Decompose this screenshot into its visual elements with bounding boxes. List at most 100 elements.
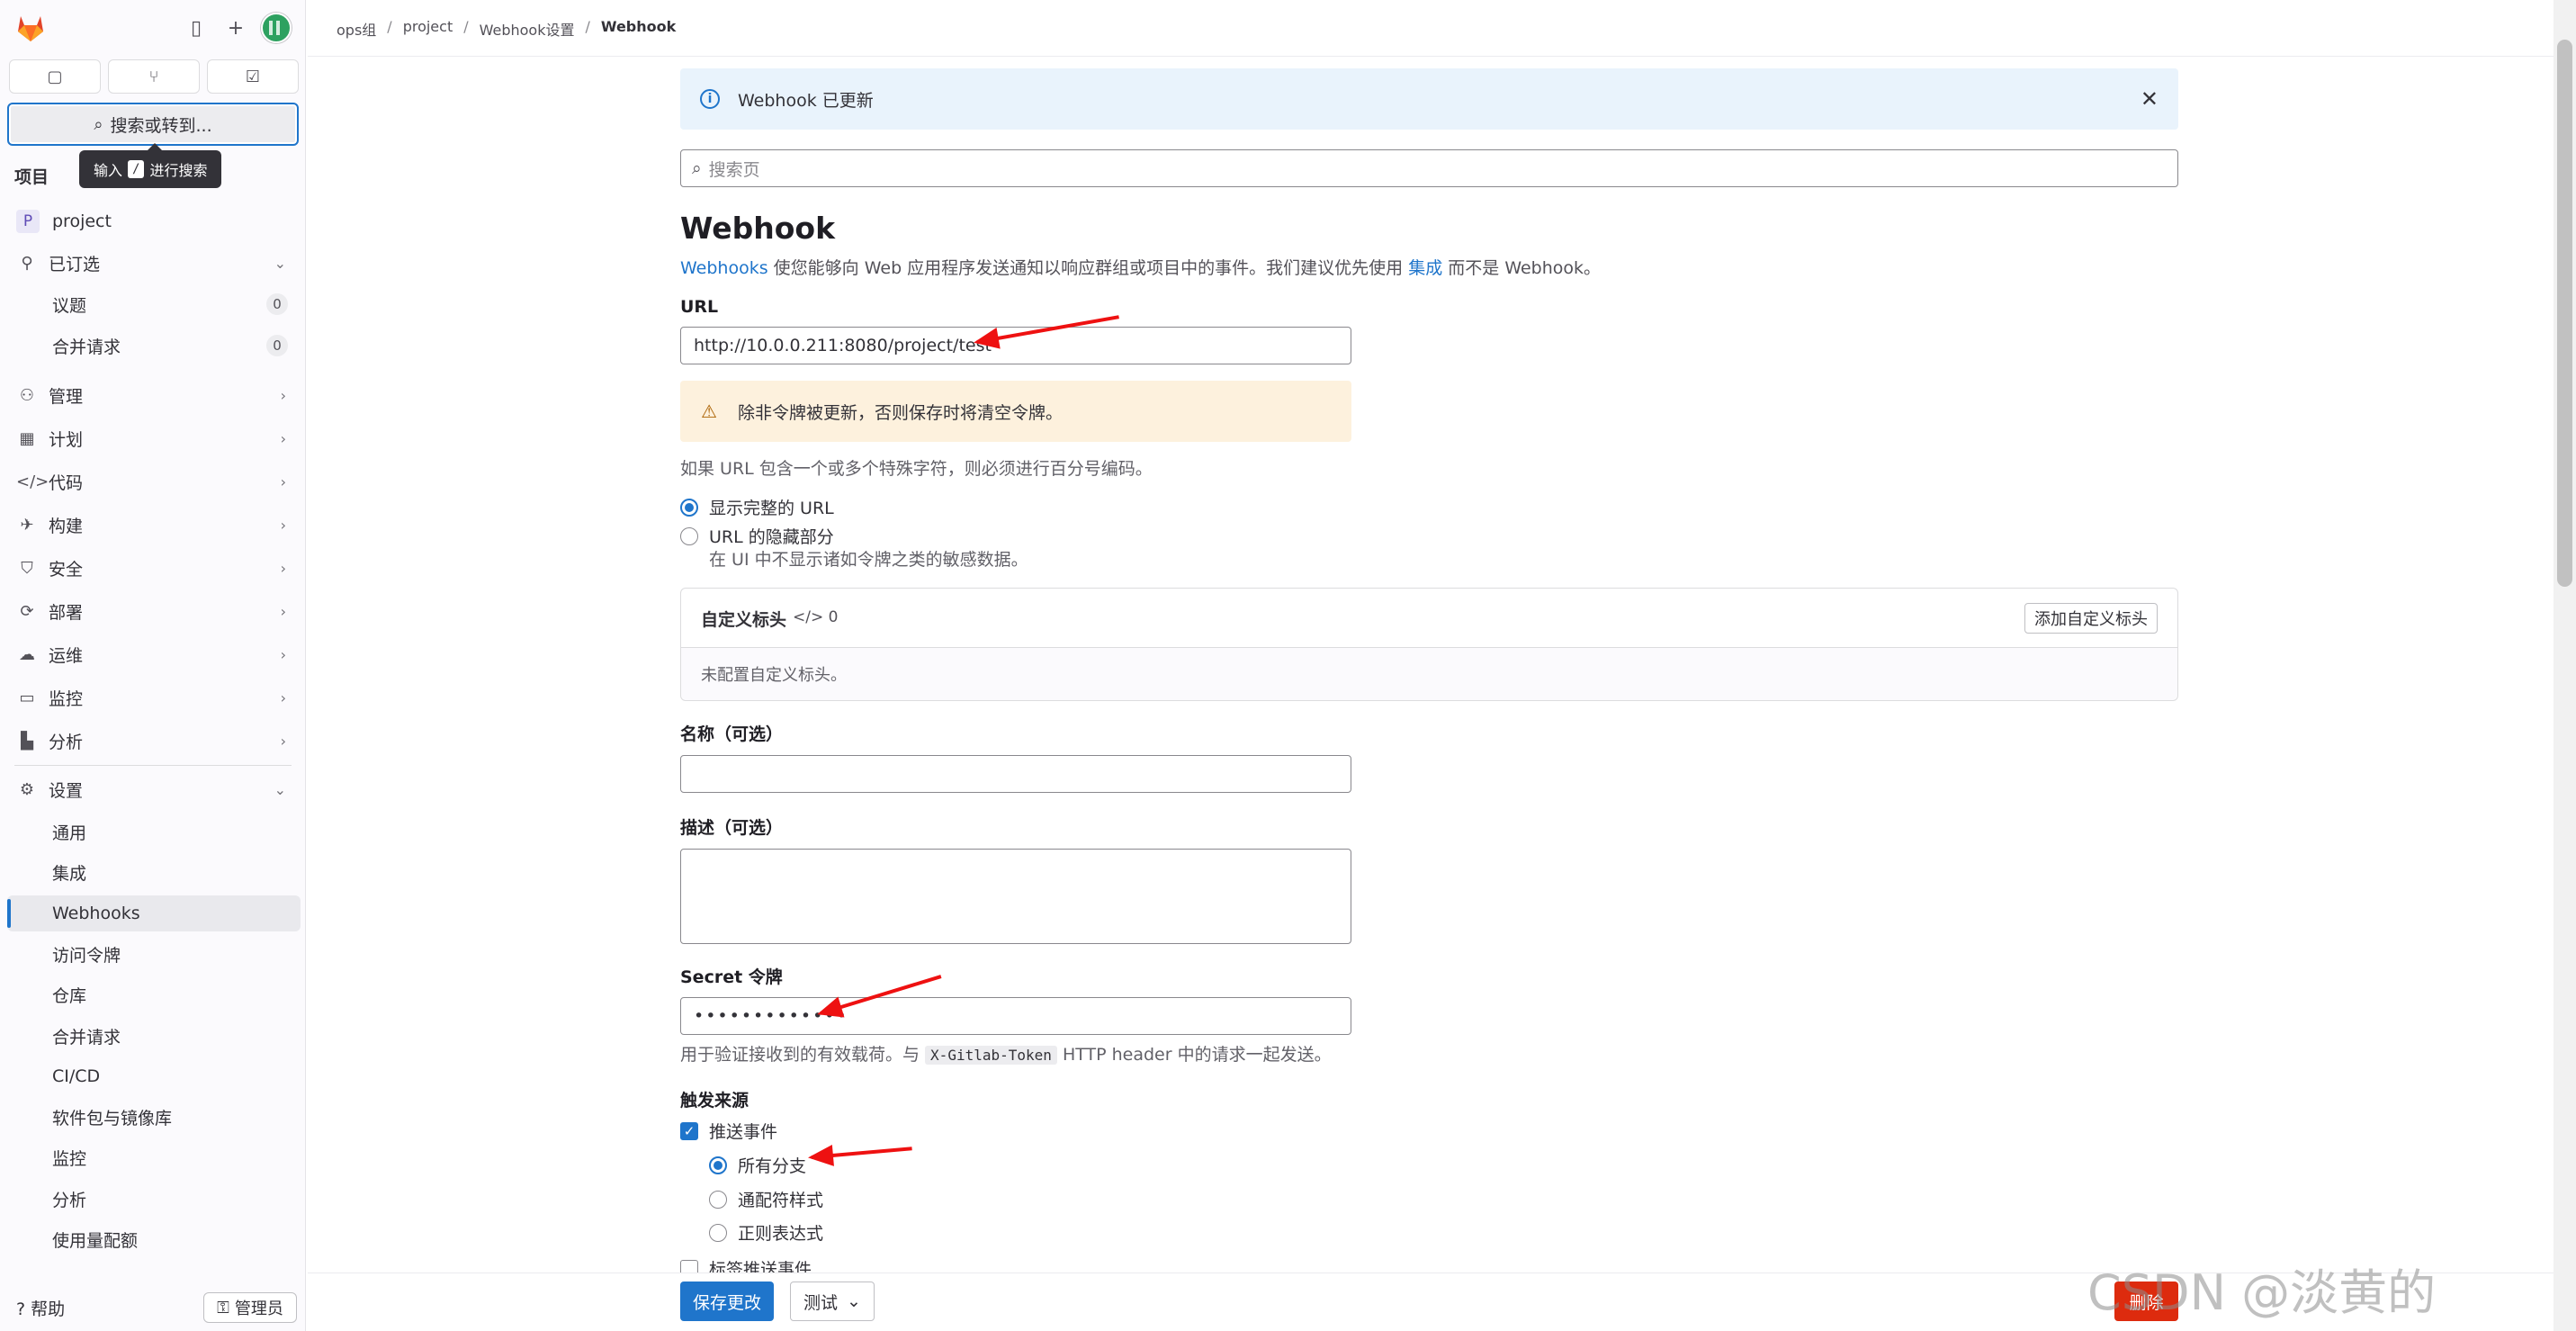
users-icon: ⚇: [19, 385, 35, 405]
branch-option-regex[interactable]: 正则表达式: [709, 1220, 823, 1245]
checkbox-checked[interactable]: ✓: [680, 1121, 698, 1140]
test-dropdown-button[interactable]: 测试 ⌄: [790, 1282, 875, 1321]
secret-help-text: 用于验证接收到的有效载荷。与 X-Gitlab-Token HTTP heade…: [680, 1041, 1332, 1066]
custom-headers-count-value: 0: [828, 608, 839, 626]
todos-shortcut-icon[interactable]: ☑: [207, 59, 299, 94]
sidebar-item-cicd[interactable]: CI/CD: [7, 1058, 301, 1094]
branch-option-wildcard[interactable]: 通配符样式: [709, 1187, 823, 1211]
custom-headers-empty-text: 未配置自定义标头。: [701, 666, 847, 685]
sidebar-item-general[interactable]: 通用: [7, 814, 301, 850]
toggle-sidebar-icon[interactable]: ▯: [183, 14, 210, 41]
gitlab-logo-icon[interactable]: [14, 13, 47, 43]
close-icon[interactable]: ✕: [2141, 86, 2159, 112]
radio-unselected[interactable]: [709, 1190, 727, 1209]
sidebar-item-label: 合并请求: [52, 337, 121, 357]
page-search-input[interactable]: ⌕ 搜索页: [680, 149, 2178, 187]
breadcrumb-item[interactable]: Webhook设置: [480, 18, 575, 40]
url-mask-option[interactable]: URL 的隐藏部分: [680, 524, 834, 548]
push-events-checkbox-row[interactable]: ✓ 推送事件: [680, 1119, 777, 1143]
url-mask-help: 在 UI 中不显示诸如令牌之类的敏感数据。: [709, 550, 1028, 570]
sidebar-section-title: 项目: [14, 167, 49, 187]
sidebar-item-operate[interactable]: ☁ 运维 ›: [7, 636, 301, 672]
sidebar-item-label: 监控: [52, 1148, 87, 1169]
branch-option-all[interactable]: 所有分支: [709, 1153, 806, 1177]
project-name: project: [52, 211, 112, 231]
breadcrumb-separator: /: [585, 18, 590, 35]
sidebar-item-settings[interactable]: ⚙ 设置 ⌄: [7, 771, 301, 807]
add-custom-header-button[interactable]: 添加自定义标头: [2024, 603, 2158, 634]
sidebar-item-label: 监控: [49, 688, 84, 709]
intro-text-part: 而不是 Webhook。: [1442, 258, 1602, 278]
watermark: CSDN @淡黄的Cherry: [2087, 1264, 2437, 1331]
radio-unselected[interactable]: [709, 1223, 727, 1242]
count-badge: 0: [266, 335, 288, 356]
breadcrumb-item[interactable]: ops组: [337, 18, 376, 40]
description-textarea[interactable]: [680, 849, 1351, 944]
sidebar-item-label: 设置: [49, 780, 84, 801]
sidebar-item-monitor-settings[interactable]: 监控: [7, 1139, 301, 1175]
integrations-link[interactable]: 集成: [1408, 258, 1442, 278]
radio-selected[interactable]: [680, 498, 698, 517]
sidebar-item-analytics[interactable]: 分析: [7, 1181, 301, 1217]
plus-icon[interactable]: +: [222, 14, 249, 41]
webhooks-docs-link[interactable]: Webhooks: [680, 258, 768, 278]
chevron-right-icon: ›: [280, 602, 286, 620]
sidebar-item-build[interactable]: ✈ 构建 ›: [7, 507, 301, 543]
gear-icon: ⚙: [19, 779, 35, 799]
sidebar-item-label: 分析: [52, 1190, 87, 1210]
sidebar-item-webhooks[interactable]: Webhooks: [7, 895, 301, 931]
push-events-label: 推送事件: [709, 1122, 778, 1142]
sidebar-item-packages[interactable]: 软件包与镜像库: [7, 1099, 301, 1135]
chevron-right-icon: ›: [280, 688, 286, 706]
secret-token-input[interactable]: •••••••••••••: [680, 997, 1351, 1035]
breadcrumb-item[interactable]: project: [403, 18, 453, 40]
sidebar-item-secure[interactable]: ⛉ 安全 ›: [7, 550, 301, 586]
name-label: 名称（可选）: [680, 724, 784, 744]
sidebar-item-code[interactable]: </> 代码 ›: [7, 463, 301, 499]
custom-headers-body: [681, 648, 2177, 700]
chevron-right-icon: ›: [280, 386, 286, 404]
admin-button[interactable]: ⚿ 管理员: [203, 1292, 297, 1323]
annotation-arrow-icon: [811, 1147, 912, 1159]
sidebar-item-merge-request-settings[interactable]: 合并请求: [7, 1018, 301, 1054]
sidebar-shortcuts: ▢ ⑂ ☑: [9, 59, 299, 94]
sidebar-item-repository[interactable]: 仓库: [7, 976, 301, 1012]
radio-selected[interactable]: [709, 1156, 727, 1174]
secret-help-prefix: 用于验证接收到的有效载荷。与: [680, 1045, 926, 1065]
sidebar-item-issues[interactable]: 议题 0: [7, 286, 301, 322]
code-icon: </>: [793, 608, 829, 626]
breadcrumb-current: Webhook: [600, 18, 677, 35]
sidebar-divider: [14, 765, 292, 766]
description-label: 描述（可选）: [680, 818, 784, 838]
sidebar-item-monitor[interactable]: ▭ 监控 ›: [7, 679, 301, 715]
sidebar-item-analyze[interactable]: ▙ 分析 ›: [7, 723, 301, 759]
sidebar-item-usage-quotas[interactable]: 使用量配额: [7, 1221, 301, 1257]
search-tooltip: 输入 / 进行搜索: [79, 143, 222, 188]
sidebar-pinned-toggle[interactable]: ⚲ 已订选 ⌄: [7, 245, 301, 281]
tooltip-key: /: [128, 160, 145, 178]
chevron-right-icon: ›: [280, 559, 286, 577]
issues-shortcut-icon[interactable]: ▢: [9, 59, 101, 94]
sidebar-item-label: 软件包与镜像库: [52, 1108, 173, 1129]
chevron-down-icon: ⌄: [847, 1291, 861, 1311]
sidebar-item-deploy[interactable]: ⟳ 部署 ›: [7, 593, 301, 629]
header-divider: [308, 56, 2554, 57]
sidebar-project-link[interactable]: P project: [7, 203, 301, 239]
search-or-goto-button[interactable]: ⌕ 搜索或转到...: [7, 103, 299, 146]
radio-unselected[interactable]: [680, 526, 698, 545]
sidebar-item-access-tokens[interactable]: 访问令牌: [7, 936, 301, 972]
save-changes-button[interactable]: 保存更改: [680, 1282, 775, 1321]
sidebar-item-plan[interactable]: ▦ 计划 ›: [7, 420, 301, 456]
search-or-goto-label: 搜索或转到...: [110, 115, 212, 136]
help-link[interactable]: ? 帮助: [16, 1296, 65, 1320]
name-input[interactable]: [680, 755, 1351, 793]
url-show-full-option[interactable]: 显示完整的 URL: [680, 495, 834, 519]
sidebar-item-merge-requests[interactable]: 合并请求 0: [7, 328, 301, 364]
avatar[interactable]: [261, 13, 292, 43]
scrollbar-thumb[interactable]: [2557, 40, 2572, 587]
sidebar-item-manage[interactable]: ⚇ 管理 ›: [7, 377, 301, 413]
merge-requests-shortcut-icon[interactable]: ⑂: [108, 59, 200, 94]
option-label: 所有分支: [738, 1156, 807, 1176]
trigger-label: 触发来源: [680, 1091, 749, 1111]
sidebar-item-integrations[interactable]: 集成: [7, 854, 301, 890]
